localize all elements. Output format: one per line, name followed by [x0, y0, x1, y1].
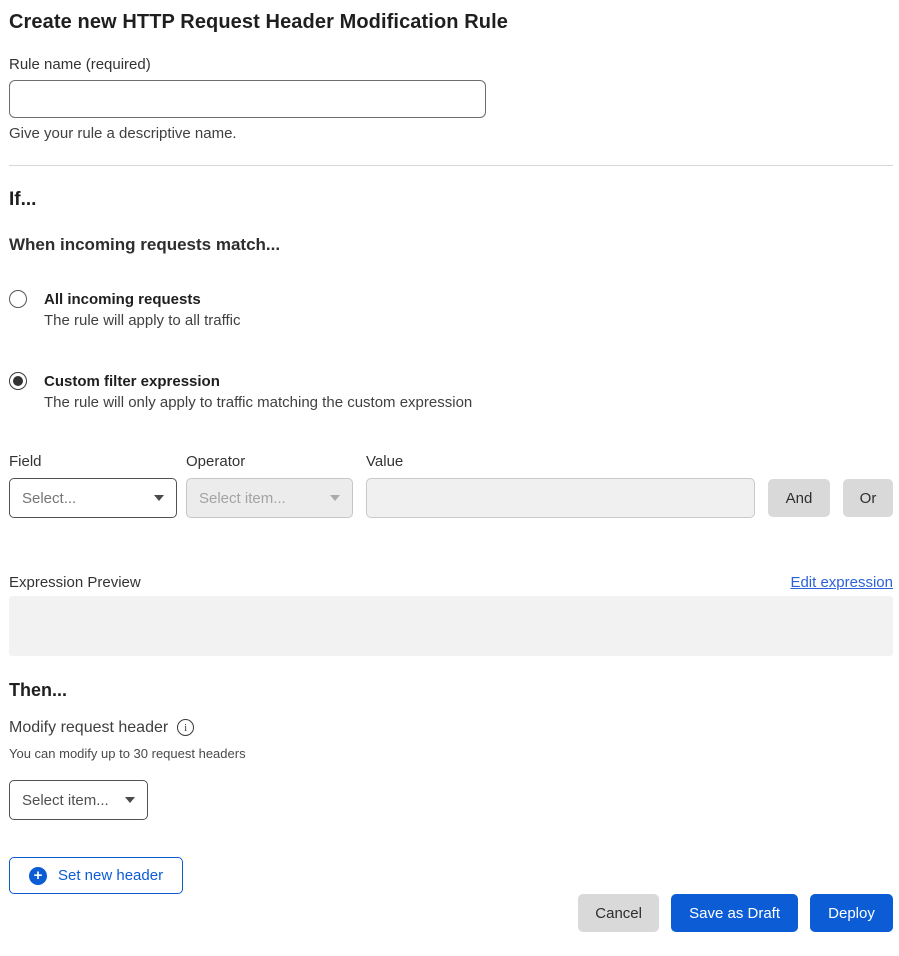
- if-heading: If...: [9, 187, 893, 213]
- expression-preview-header: Expression Preview Edit expression: [9, 574, 893, 591]
- field-select[interactable]: Select...: [9, 478, 177, 518]
- header-action-select[interactable]: Select item...: [9, 780, 148, 820]
- radio-option-description: The rule will apply to all traffic: [44, 310, 240, 332]
- modify-request-header-label: Modify request header: [9, 717, 168, 738]
- value-label: Value: [366, 452, 755, 472]
- rule-name-label: Rule name (required): [9, 55, 893, 75]
- set-new-header-button[interactable]: + Set new header: [9, 857, 183, 894]
- field-select-value: Select...: [22, 490, 76, 507]
- field-label: Field: [9, 452, 177, 472]
- radio-option-label: Custom filter expression: [44, 371, 472, 392]
- then-heading: Then...: [9, 678, 893, 703]
- radio-option-text: All incoming requests The rule will appl…: [44, 289, 240, 332]
- operator-column: Operator Select item...: [186, 452, 353, 518]
- chevron-down-icon: [330, 495, 340, 501]
- radio-option-text: Custom filter expression The rule will o…: [44, 371, 472, 414]
- create-rule-page: Create new HTTP Request Header Modificat…: [9, 8, 893, 932]
- match-subheading: When incoming requests match...: [9, 234, 893, 256]
- footer-actions: Cancel Save as Draft Deploy: [9, 894, 893, 932]
- operator-select[interactable]: Select item...: [186, 478, 353, 518]
- operator-label: Operator: [186, 452, 353, 472]
- expression-preview-box: [9, 596, 893, 656]
- set-new-header-label: Set new header: [58, 867, 163, 884]
- radio-option-label: All incoming requests: [44, 289, 240, 310]
- section-divider: [9, 165, 893, 166]
- radio-option-all-incoming-requests[interactable]: All incoming requests The rule will appl…: [9, 289, 893, 332]
- edit-expression-link[interactable]: Edit expression: [790, 574, 893, 591]
- or-button[interactable]: Or: [843, 479, 893, 517]
- radio-option-description: The rule will only apply to traffic matc…: [44, 392, 472, 414]
- page-title: Create new HTTP Request Header Modificat…: [9, 8, 893, 36]
- value-column: Value: [366, 452, 755, 518]
- rule-name-input[interactable]: [9, 80, 486, 118]
- radio-unselected-icon[interactable]: [9, 290, 27, 308]
- radio-option-custom-filter-expression[interactable]: Custom filter expression The rule will o…: [9, 371, 893, 414]
- header-action-select-value: Select item...: [22, 792, 109, 809]
- radio-selected-icon[interactable]: [9, 372, 27, 390]
- operator-select-value: Select item...: [199, 490, 286, 507]
- value-input[interactable]: [366, 478, 755, 518]
- expression-preview-label: Expression Preview: [9, 574, 141, 591]
- chevron-down-icon: [125, 797, 135, 803]
- and-button[interactable]: And: [768, 479, 830, 517]
- deploy-button[interactable]: Deploy: [810, 894, 893, 932]
- modify-header-row: Modify request header i: [9, 717, 893, 738]
- info-icon[interactable]: i: [177, 719, 194, 736]
- save-as-draft-button[interactable]: Save as Draft: [671, 894, 798, 932]
- expression-builder-row: Field Select... Operator Select item... …: [9, 452, 893, 518]
- header-limit-hint: You can modify up to 30 request headers: [9, 745, 893, 762]
- rule-name-help: Give your rule a descriptive name.: [9, 124, 893, 144]
- cancel-button[interactable]: Cancel: [578, 894, 659, 932]
- field-column: Field Select...: [9, 452, 177, 518]
- chevron-down-icon: [154, 495, 164, 501]
- plus-icon: +: [29, 867, 47, 885]
